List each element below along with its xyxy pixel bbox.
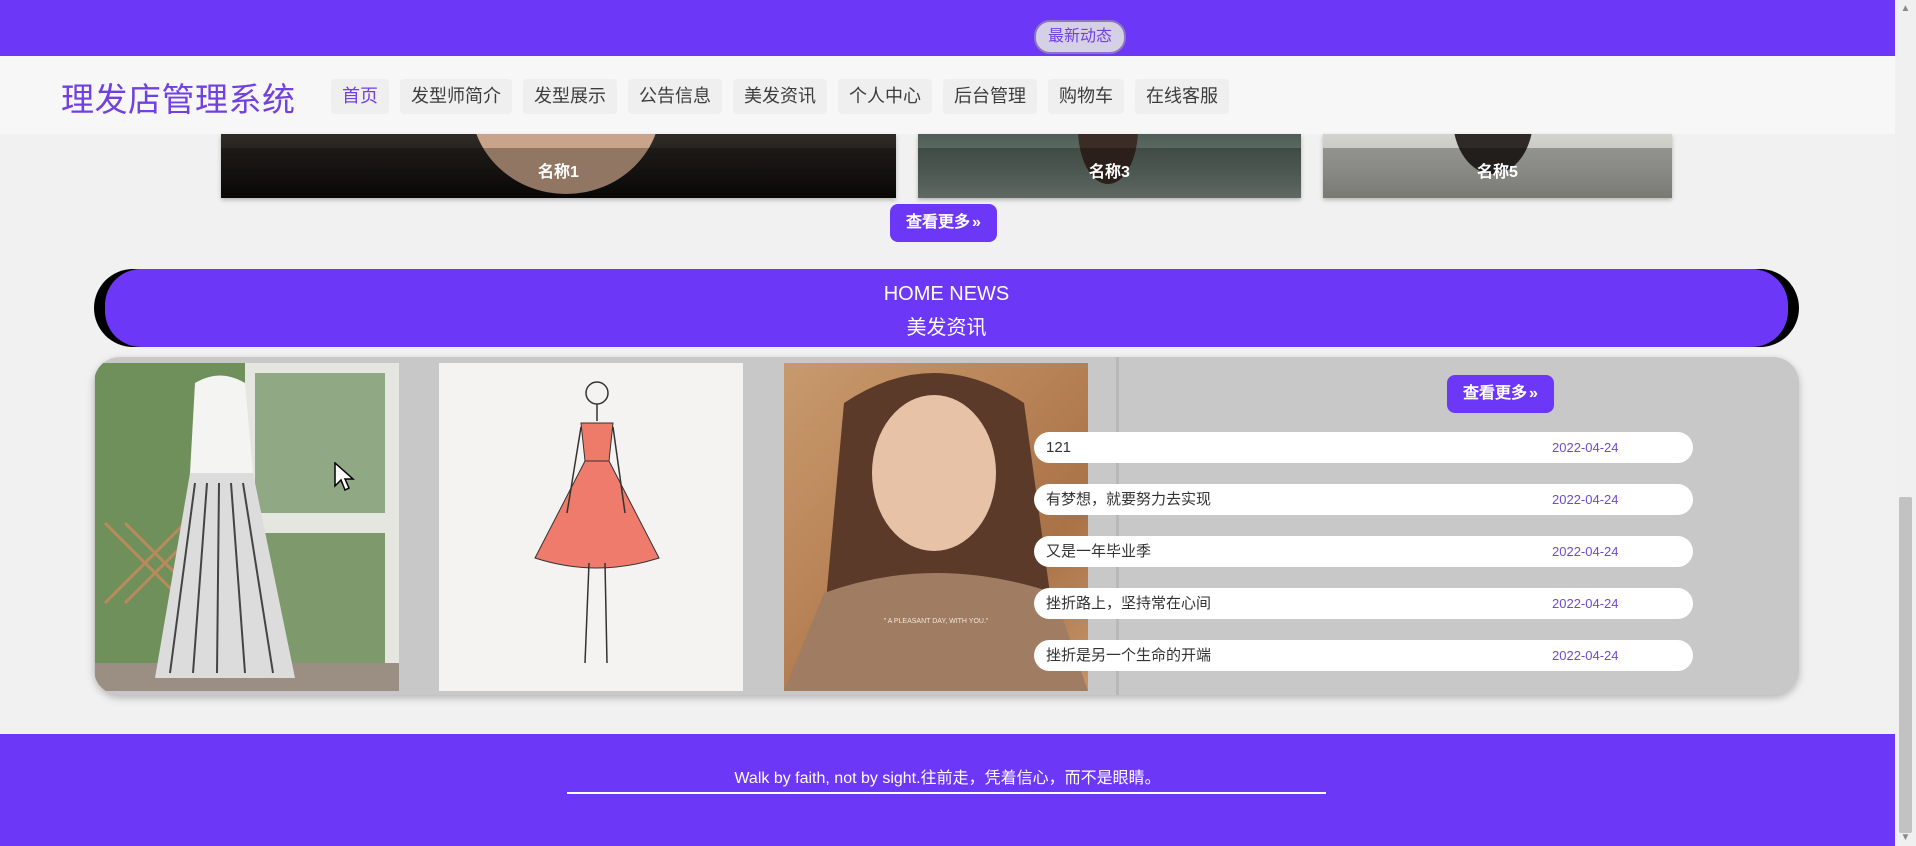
news-item-title: 有梦想，就要努力去实现	[1046, 491, 1212, 508]
news-list-item[interactable]: 又是一年毕业季 2022-04-24	[1034, 536, 1693, 567]
showcase-caption: 名称5	[1323, 148, 1672, 198]
scrollbar-thumb[interactable]	[1899, 497, 1912, 833]
showcase-caption: 名称1	[221, 148, 896, 198]
nav-item-admin[interactable]: 后台管理	[943, 79, 1037, 114]
news-list-item[interactable]: 121 2022-04-24	[1034, 432, 1693, 463]
news-item-date: 2022-04-24	[1552, 440, 1619, 455]
page-scrollbar[interactable]: ▲ ▼	[1895, 0, 1916, 846]
nav-item-announcements[interactable]: 公告信息	[628, 79, 722, 114]
news-title-cn: 美发资讯	[906, 317, 987, 339]
news-item-date: 2022-04-24	[1552, 596, 1619, 611]
news-item-title: 121	[1046, 439, 1072, 456]
top-color-bar	[0, 0, 1895, 56]
showcase-more-label: 查看更多	[906, 214, 971, 231]
nav-item-cart[interactable]: 购物车	[1048, 79, 1124, 114]
news-title-en: HOME NEWS	[883, 283, 1010, 305]
nav-item-hairstyles[interactable]: 发型展示	[523, 79, 617, 114]
news-more-label: 查看更多	[1463, 385, 1528, 402]
showcase-more-button[interactable]: 查看更多»	[890, 204, 997, 242]
showcase-card[interactable]: 名称5	[1323, 134, 1672, 198]
showcase-card[interactable]: 名称1	[221, 134, 896, 198]
nav-item-support[interactable]: 在线客服	[1135, 79, 1229, 114]
footer-motto: Walk by faith, not by sight.往前走，凭着信心，而不是…	[734, 770, 1161, 787]
news-banner: HOME NEWS 美发资讯	[105, 269, 1788, 347]
news-list-item[interactable]: 有梦想，就要努力去实现 2022-04-24	[1034, 484, 1693, 515]
news-image-dress-sketch[interactable]	[439, 363, 743, 691]
sketch-illustration	[534, 381, 660, 664]
portrait-caption: " A PLEASANT DAY, WITH YOU."	[884, 618, 989, 625]
showcase-card[interactable]: 名称3	[918, 134, 1301, 198]
news-item-date: 2022-04-24	[1552, 648, 1619, 663]
news-image-fashion-skirt[interactable]	[95, 363, 399, 691]
news-item-title: 挫折路上，坚持常在心间	[1046, 595, 1212, 612]
news-list-item[interactable]: 挫折是另一个生命的开端 2022-04-24	[1034, 640, 1693, 671]
news-item-date: 2022-04-24	[1552, 544, 1619, 559]
news-item-title: 又是一年毕业季	[1046, 543, 1152, 560]
news-item-date: 2022-04-24	[1552, 492, 1619, 507]
scroll-down-arrow-icon[interactable]: ▼	[1895, 829, 1916, 846]
nav-item-home[interactable]: 首页	[331, 79, 389, 114]
nav-item-profile[interactable]: 个人中心	[838, 79, 932, 114]
scroll-up-arrow-icon[interactable]: ▲	[1895, 0, 1916, 17]
news-list-item[interactable]: 挫折路上，坚持常在心间 2022-04-24	[1034, 588, 1693, 619]
site-brand[interactable]: 理发店管理系统	[61, 73, 296, 121]
nav-item-news[interactable]: 美发资讯	[733, 79, 827, 114]
nav-item-stylists[interactable]: 发型师简介	[400, 79, 512, 114]
mouse-cursor-icon	[334, 462, 355, 492]
news-item-title: 挫折是另一个生命的开端	[1046, 647, 1212, 664]
news-more-button[interactable]: 查看更多»	[1447, 375, 1554, 413]
double-chevron-right-icon: »	[1529, 385, 1538, 402]
footer-divider	[567, 792, 1326, 794]
showcase-caption: 名称3	[918, 148, 1301, 198]
photo-illustration	[95, 363, 399, 691]
main-nav: 首页 发型师简介 发型展示 公告信息 美发资讯 个人中心 后台管理 购物车 在线…	[331, 79, 1229, 114]
latest-news-tag: 最新动态	[1034, 20, 1127, 54]
footer: Walk by faith, not by sight.往前走，凭着信心，而不是…	[0, 734, 1895, 846]
navbar: 理发店管理系统 首页 发型师简介 发型展示 公告信息 美发资讯 个人中心 后台管…	[0, 56, 1895, 134]
double-chevron-right-icon: »	[972, 214, 981, 231]
